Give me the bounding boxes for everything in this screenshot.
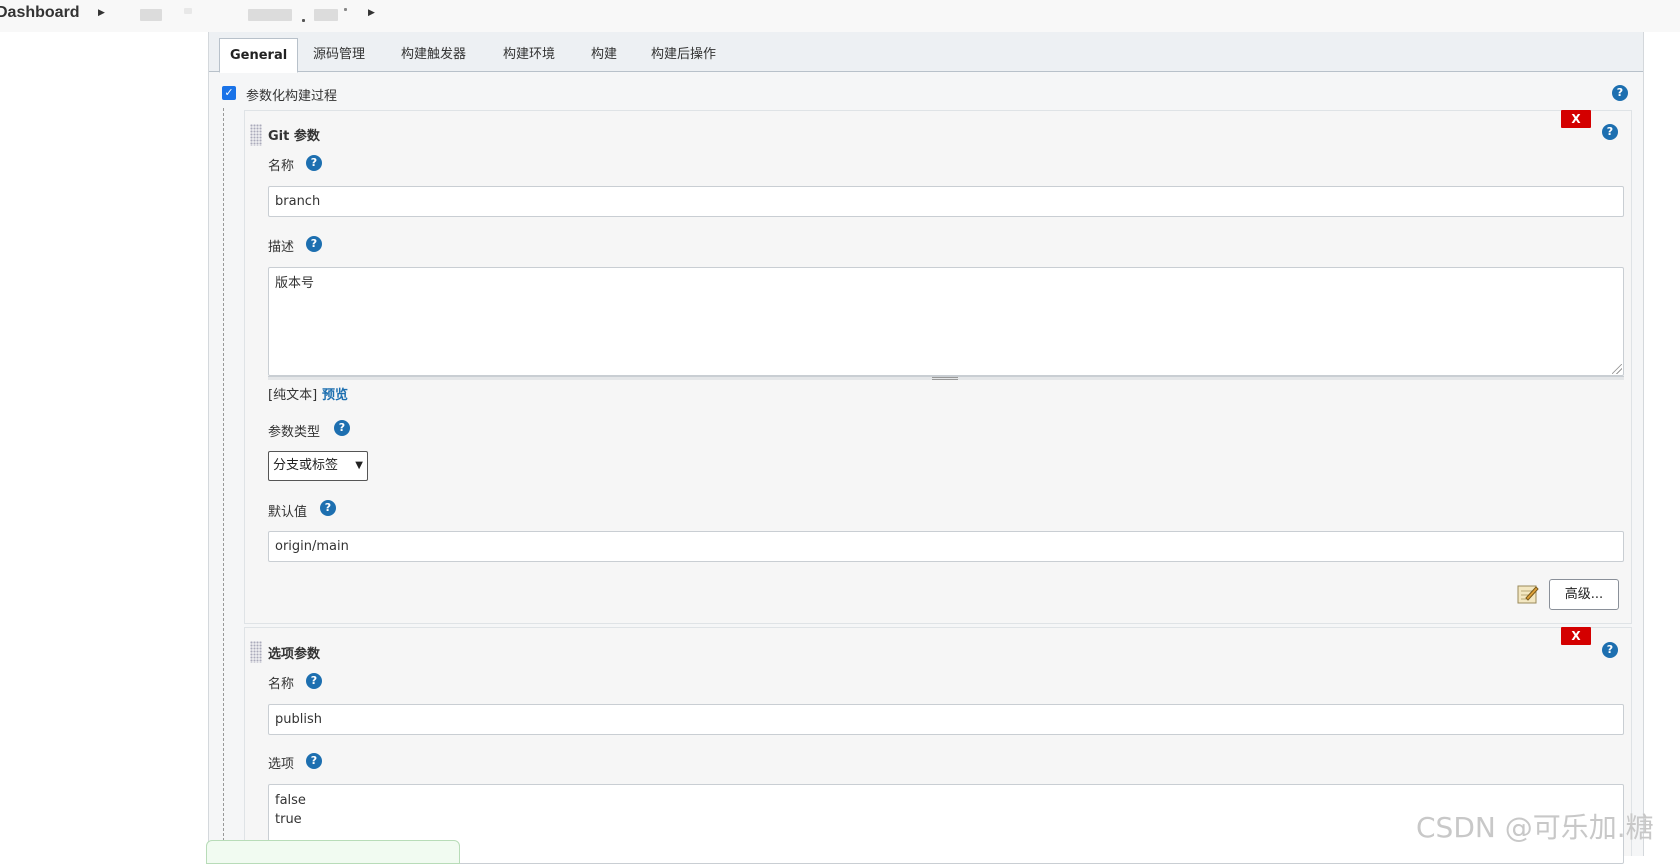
- drag-handle-icon[interactable]: [250, 641, 262, 663]
- caret-right-icon[interactable]: ▶: [98, 8, 105, 18]
- help-icon[interactable]: ?: [1602, 642, 1618, 658]
- drag-handle-icon[interactable]: [250, 124, 262, 146]
- breadcrumb-blurred-item: [184, 8, 192, 14]
- breadcrumb-blurred-item[interactable]: [140, 9, 162, 21]
- tab-post-build-actions[interactable]: 构建后操作: [641, 38, 726, 73]
- tab-general[interactable]: General: [219, 38, 299, 73]
- help-icon[interactable]: ?: [1602, 124, 1618, 140]
- chevron-down-icon: ▼: [355, 460, 363, 471]
- choice-parameter-title: 选项参数: [268, 647, 321, 662]
- caret-right-icon[interactable]: ▶: [368, 8, 375, 18]
- help-icon[interactable]: ?: [306, 155, 322, 171]
- git-parameter-title: Git 参数: [268, 129, 320, 144]
- choice-name-input[interactable]: publish: [268, 704, 1624, 735]
- breadcrumb-bar: Dashboard ▶ ▶: [0, 0, 1680, 32]
- tab-build-environment[interactable]: 构建环境: [493, 38, 565, 73]
- notification-toast[interactable]: [206, 840, 460, 864]
- parameterized-label: 参数化构建过程: [246, 89, 338, 104]
- git-default-label: 默认值: [268, 505, 308, 520]
- help-icon[interactable]: ?: [320, 500, 336, 516]
- delete-git-parameter-button[interactable]: X: [1561, 110, 1591, 128]
- choices-label: 选项: [268, 757, 295, 772]
- breadcrumb-blurred-item[interactable]: [314, 9, 338, 21]
- breadcrumb-dot: [344, 8, 347, 11]
- tab-bar: General 源码管理 构建触发器 构建环境 构建 构建后操作: [209, 32, 1643, 73]
- help-icon[interactable]: ?: [306, 753, 322, 769]
- tab-build[interactable]: 构建: [581, 38, 627, 73]
- breadcrumb-dashboard[interactable]: Dashboard: [0, 4, 80, 22]
- help-icon[interactable]: ?: [1612, 85, 1628, 101]
- git-type-select-value: 分支或标签: [273, 458, 339, 473]
- git-name-label: 名称: [268, 159, 295, 174]
- tab-source-management[interactable]: 源码管理: [303, 38, 375, 73]
- delete-choice-parameter-button[interactable]: X: [1561, 627, 1591, 645]
- parameterized-checkbox[interactable]: ✓: [222, 86, 236, 100]
- choice-name-label: 名称: [268, 677, 295, 692]
- watermark-text: CSDN @可乐加.糖: [1416, 811, 1654, 844]
- help-icon[interactable]: ?: [306, 673, 322, 689]
- resize-grip-icon[interactable]: [1612, 364, 1622, 374]
- git-description-textarea[interactable]: 版本号: [268, 267, 1624, 376]
- preview-link[interactable]: 预览: [322, 384, 348, 403]
- splitter-grip-icon[interactable]: [932, 377, 958, 380]
- git-type-select[interactable]: 分支或标签 ▼: [268, 451, 368, 481]
- format-plain-text: [纯文本]: [268, 388, 318, 403]
- git-type-label: 参数类型: [268, 425, 321, 440]
- help-icon[interactable]: ?: [306, 236, 322, 252]
- tab-build-triggers[interactable]: 构建触发器: [391, 38, 476, 73]
- parameter-list-guide: [223, 108, 224, 856]
- git-default-input[interactable]: origin/main: [268, 531, 1624, 562]
- git-name-input[interactable]: branch: [268, 186, 1624, 217]
- git-description-label: 描述: [268, 240, 295, 255]
- breadcrumb-dot: [302, 19, 305, 22]
- help-icon[interactable]: ?: [334, 420, 350, 436]
- breadcrumb-blurred-item[interactable]: [248, 9, 292, 21]
- advanced-button[interactable]: 高级...: [1549, 579, 1619, 610]
- notepad-icon[interactable]: [1517, 583, 1539, 605]
